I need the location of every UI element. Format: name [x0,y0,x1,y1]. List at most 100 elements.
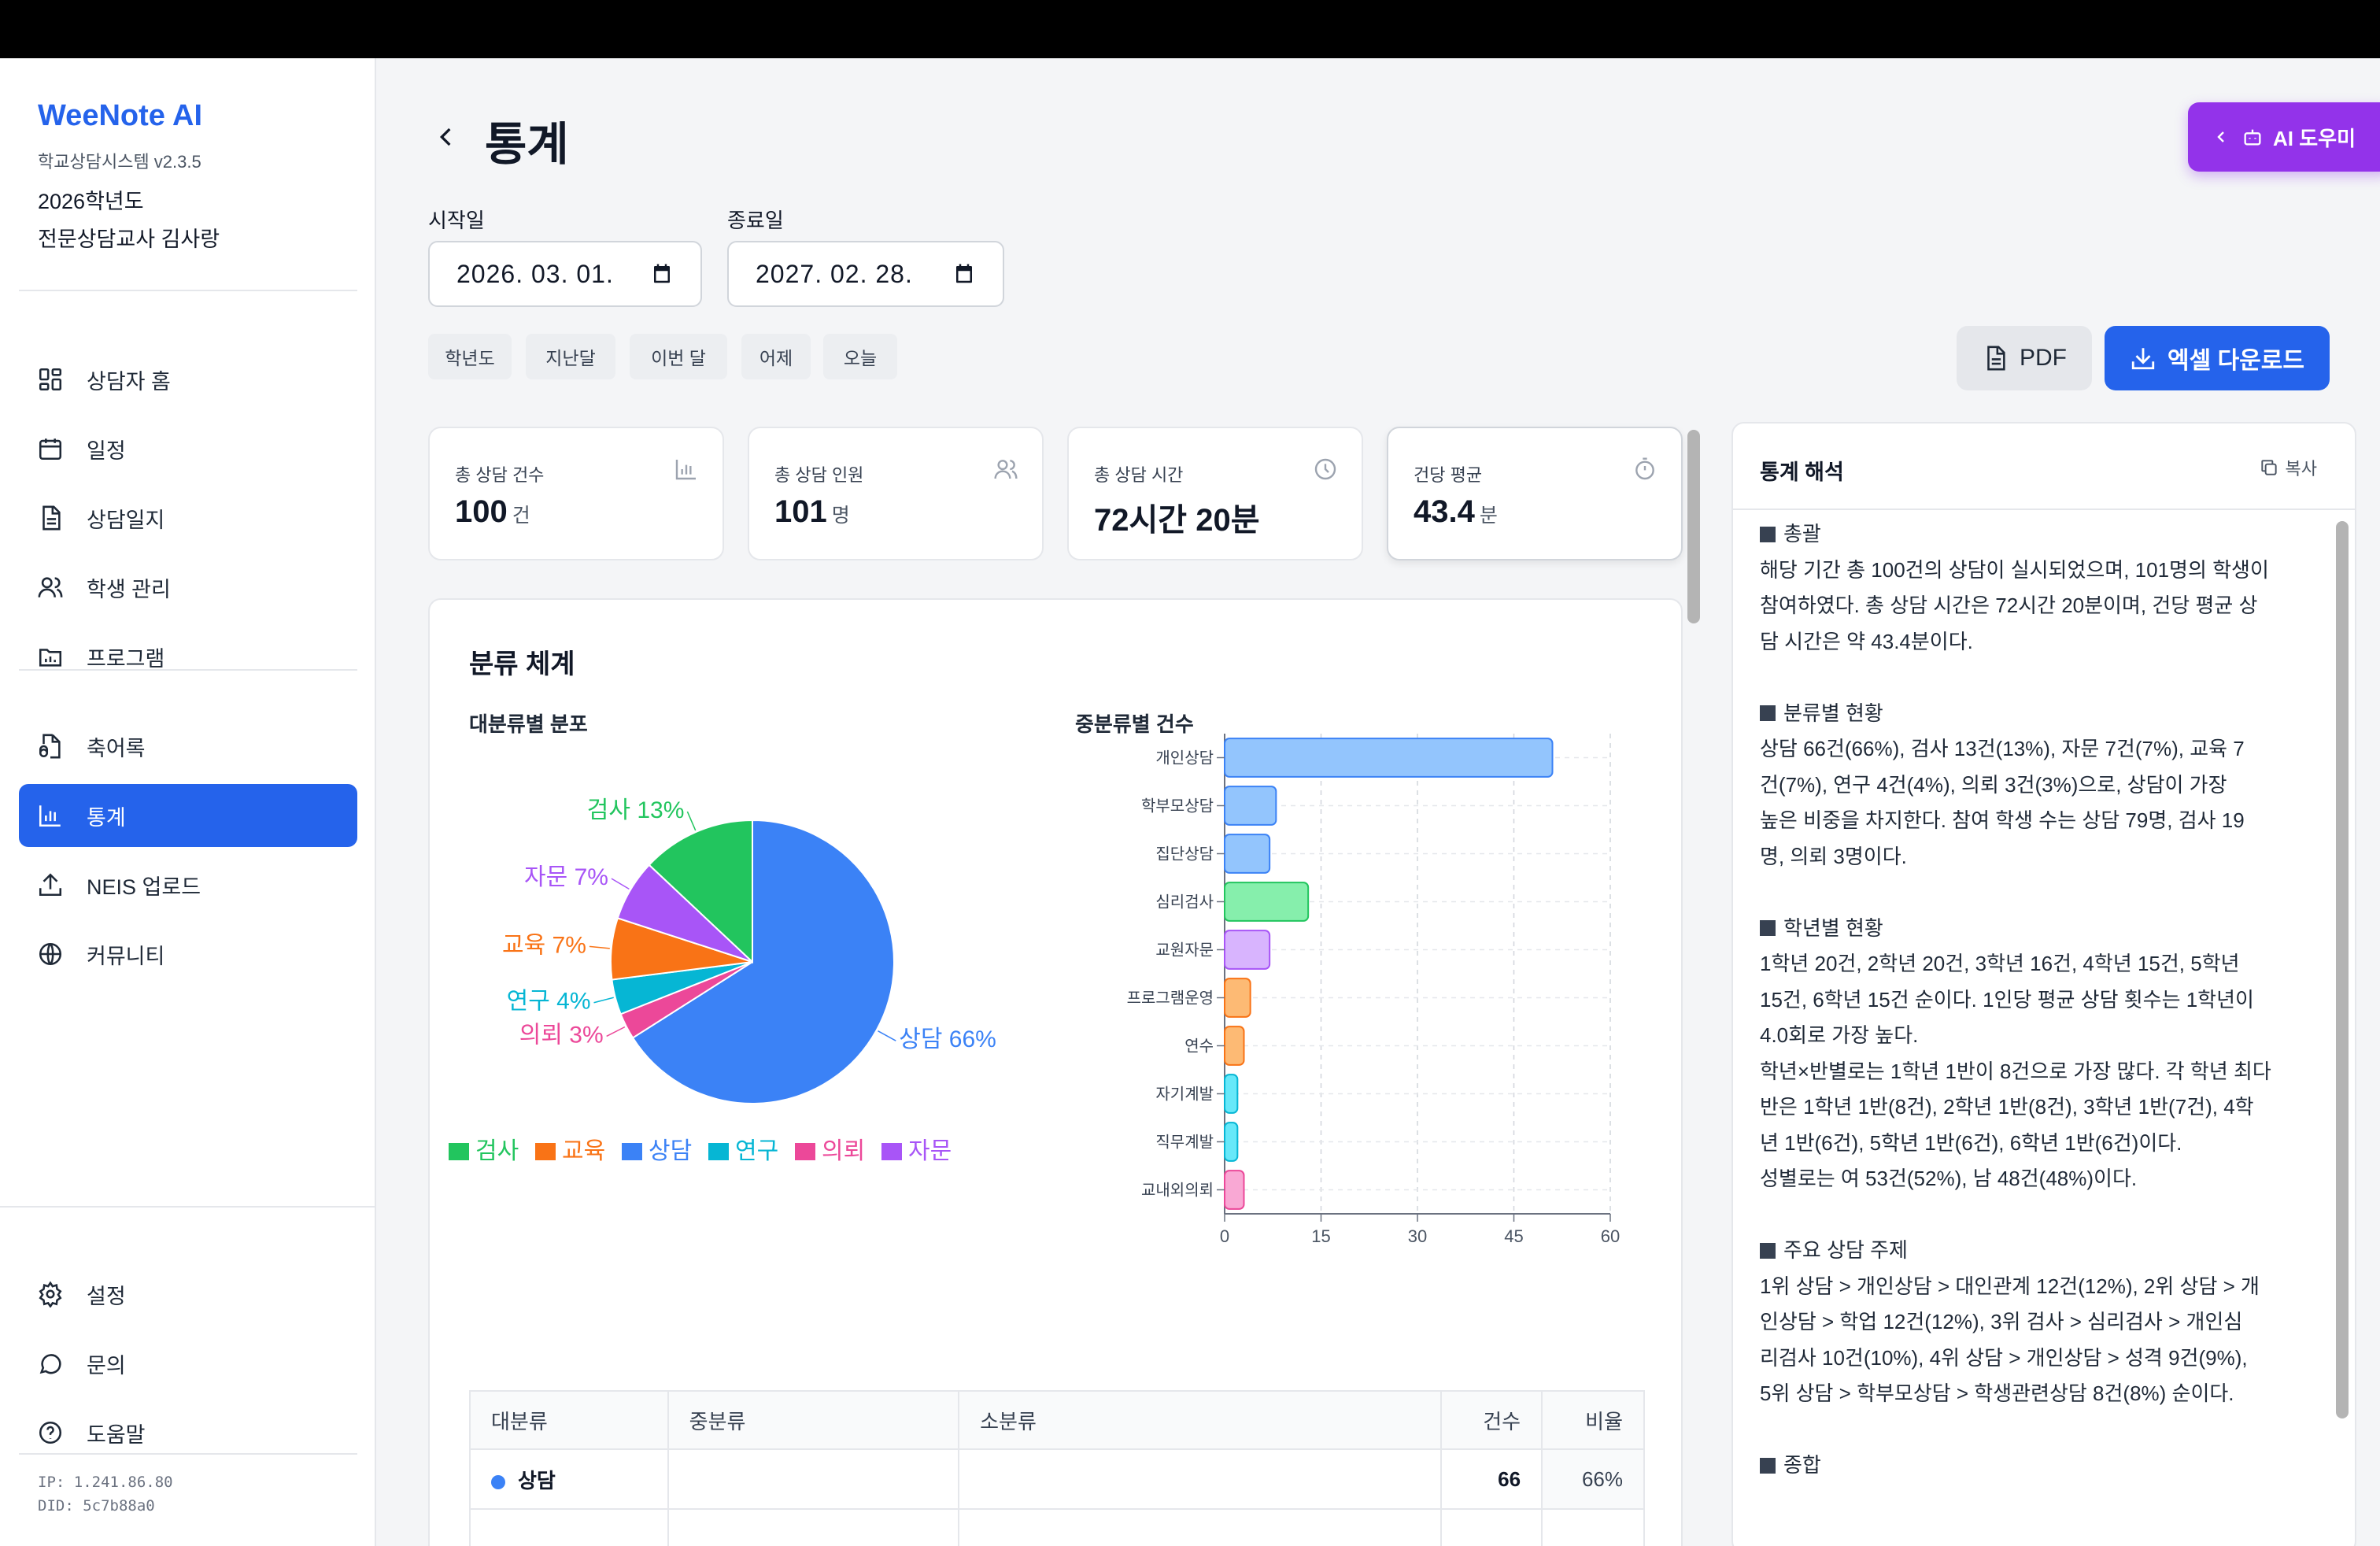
section-heading-text: 분류별 현황 [1783,701,1883,725]
app-version: 학교상담시스템 v2.3.5 [38,152,201,172]
interpretation-title: 통계 해석 [1760,460,1844,484]
pdf-button[interactable]: PDF [1957,326,2092,390]
chip-last-month[interactable]: 지난달 [526,334,615,379]
sidebar-divider [19,1453,357,1455]
ai-assistant-label: AI 도우미 [2273,126,2356,150]
interpretation-scrollbar[interactable] [2336,521,2349,1418]
interpretation-section: 학년별 현황 1학년 20건, 2학년 20건, 3학년 16건, 4학년 15건… [1760,875,2300,1197]
sidebar-item-label: 도움말 [87,1422,146,1447]
legend-item-상담[interactable]: 상담 [622,1138,692,1164]
legend-label: 의뢰 [822,1138,865,1164]
bar-chart: 0 15 30 45 60 개인상담학부모상담집단상담심리검사교원자문프로그램운영연수자기… [1127,734,1620,1246]
table-row[interactable] [469,1508,1645,1546]
sidebar-item-neis[interactable]: NEIS 업로드 [19,853,357,916]
legend-item-자문[interactable]: 자문 [881,1138,952,1164]
legend-label: 상담 [649,1138,692,1164]
end-date-input[interactable]: 2027. 02. 28. [727,241,1004,307]
bar-집단상담[interactable] [1224,834,1271,874]
audio-file-icon [35,730,66,762]
sidebar-item-label: 일정 [87,438,126,463]
column-header: 소분류 [958,1390,1443,1450]
sidebar-item-label: 통계 [87,805,126,830]
chip-today[interactable]: 오늘 [823,334,897,379]
sidebar-item-inquiry[interactable]: 문의 [19,1332,357,1395]
start-date-label: 시작일 [428,209,485,232]
square-bullet-icon [1760,920,1776,937]
sidebar-item-label: 학생 관리 [87,577,171,601]
excel-download-label: 엑셀 다운로드 [2168,348,2304,374]
excel-download-button[interactable]: 엑셀 다운로드 [2105,326,2330,390]
bar-자기계발[interactable] [1224,1074,1239,1114]
start-date-input[interactable]: 2026. 03. 01. [428,241,702,307]
folder-chart-icon [35,641,66,672]
stat-unit: 명 [831,505,850,527]
users-icon [994,460,1018,479]
sidebar: WeeNote AI 학교상담시스템 v2.3.5 2026학년도 전문상담교사… [0,58,376,1546]
bar-연수[interactable] [1224,1026,1245,1066]
sidebar-item-community[interactable]: 커뮤니티 [19,923,357,986]
interpretation-line: 5위 상담 > 학부모상담 > 학생관련상담 8건(8%) 순이다. [1760,1381,2234,1405]
x-tick-label: 15 [1311,1226,1330,1246]
sidebar-item-home[interactable]: 상담자 홈 [19,348,357,411]
copy-icon [2260,460,2277,475]
interpretation-line: 해당 기간 총 100건의 상담이 실시되었으며, 101명의 학생이 [1760,557,2269,582]
app-window: WeeNote AI 학교상담시스템 v2.3.5 2026학년도 전문상담교사… [0,58,2380,1546]
calendar-icon[interactable] [952,261,976,287]
bar-교원자문[interactable] [1224,930,1271,970]
calendar-icon [35,433,66,464]
stat-card-total-count: 총 상담 건수 100 건 [428,427,724,560]
sidebar-divider [19,669,357,671]
bar-직무계발[interactable] [1224,1122,1239,1162]
interpretation-line: 건(7%), 연구 4건(4%), 의뢰 3건(3%)으로, 상담이 가장 [1760,772,2227,797]
section-heading-text: 종합 [1783,1453,1821,1477]
cell-mid [667,1448,960,1510]
bar-개인상담[interactable] [1224,738,1554,778]
interpretation-line: 성별로는 여 53건(52%), 남 48건(48%)이다. [1760,1167,2138,1190]
school-year: 2026학년도 [38,190,144,213]
sidebar-item-label: NEIS 업로드 [87,875,201,899]
sidebar-item-label: 설정 [87,1284,126,1308]
sidebar-item-students[interactable]: 학생 관리 [19,556,357,619]
bar-프로그램운영[interactable] [1224,978,1251,1018]
legend-item-교육[interactable]: 교육 [535,1138,605,1164]
sidebar-item-label: 문의 [87,1353,126,1378]
table-row[interactable]: 상담 66 66% [469,1448,1645,1510]
classification-table: 대분류 중분류 소분류 건수 비율 상담 66 66% [469,1390,1645,1546]
y-tick-label: 집단상담 [1155,845,1214,864]
chip-school-year[interactable]: 학년도 [428,334,512,379]
y-tick-label: 자기계발 [1155,1086,1214,1104]
brand-logo[interactable]: WeeNote AI [38,99,202,133]
bar-심리검사[interactable] [1224,882,1310,922]
square-bullet-icon [1760,526,1776,542]
main-content: 통계 AI 도우미 시작일 2026. 03. 01. 종료일 2027. 02… [378,58,2380,1546]
sidebar-item-transcript[interactable]: 축어록 [19,715,357,778]
sidebar-divider [0,1206,376,1208]
sidebar-item-schedule[interactable]: 일정 [19,417,357,480]
copy-button[interactable]: 복사 [2259,455,2317,480]
interpretation-line: 리검사 10건(10%), 4위 상담 > 개인상담 > 성격 9건(9%), [1760,1345,2248,1370]
bar-교내외의뢰[interactable] [1224,1170,1245,1210]
legend-item-의뢰[interactable]: 의뢰 [795,1138,865,1164]
pie-label-line [589,945,610,949]
sidebar-item-help[interactable]: 도움말 [19,1401,357,1464]
main-scrollbar[interactable] [1687,430,1700,623]
back-icon[interactable] [431,121,463,153]
pie-label-line [606,1026,626,1037]
bar-학부모상담[interactable] [1224,786,1277,826]
ai-assistant-button[interactable]: AI 도우미 [2188,102,2380,172]
sidebar-item-statistics[interactable]: 통계 [19,784,357,847]
sidebar-item-settings[interactable]: 설정 [19,1263,357,1326]
sidebar-item-journal[interactable]: 상담일지 [19,486,357,549]
stat-number: 100 [455,494,508,529]
upload-icon [35,869,66,901]
sidebar-item-program[interactable]: 프로그램 [19,625,357,688]
calendar-icon[interactable] [650,261,674,287]
chip-this-month[interactable]: 이번 달 [630,334,727,379]
sidebar-item-label: 상담일지 [87,508,165,532]
chip-yesterday[interactable]: 어제 [741,334,811,379]
stat-number: 43.4 [1414,494,1475,529]
legend-item-검사[interactable]: 검사 [449,1138,519,1164]
legend-item-연구[interactable]: 연구 [708,1138,778,1164]
interpretation-line: 년 1반(6건), 5학년 1반(6건), 6학년 1반(6건)이다. [1760,1130,2182,1155]
stat-value: 43.4 분 [1414,494,1498,530]
